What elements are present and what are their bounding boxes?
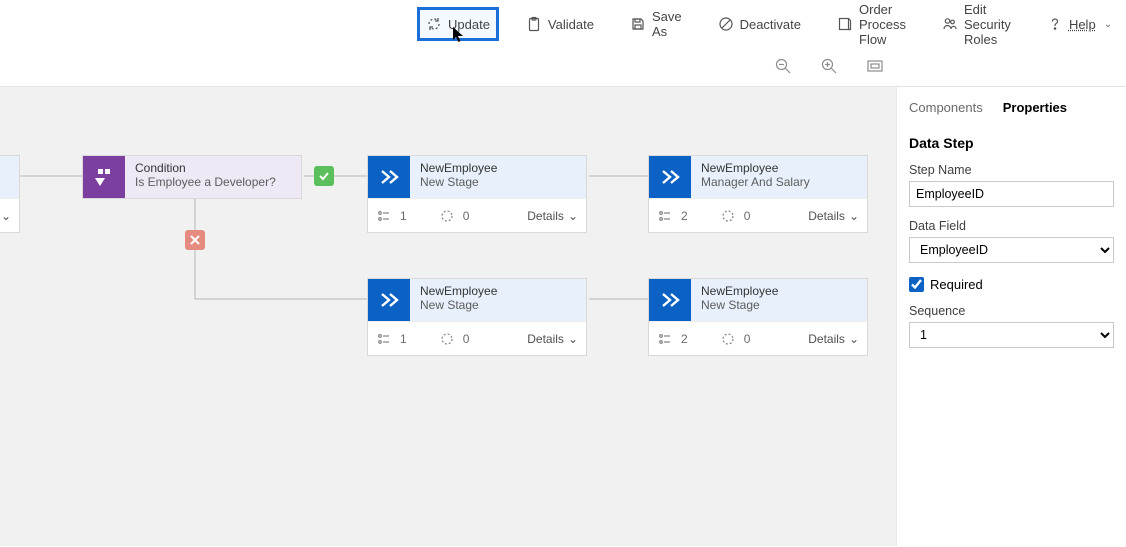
validate-label: Validate xyxy=(548,17,594,32)
card-subtitle: New Stage xyxy=(420,175,576,189)
sequence-select[interactable]: 1 xyxy=(909,322,1114,348)
chevron-down-icon: ⌄ xyxy=(849,332,859,346)
condition-true-icon xyxy=(314,166,334,186)
required-checkbox[interactable] xyxy=(909,277,924,292)
details-label: Details xyxy=(527,209,564,223)
designer-canvas[interactable]: ls ⌄ Condition Is Employee a Developer? … xyxy=(0,86,896,546)
zoom-bar xyxy=(774,57,884,80)
deactivate-label: Deactivate xyxy=(740,17,801,32)
roles-label: Edit Security Roles xyxy=(964,2,1011,47)
stage-card-newstage-2[interactable]: NewEmployee New Stage 1 0 Details ⌄ xyxy=(367,278,587,356)
progress-icon xyxy=(720,208,736,224)
condition-icon xyxy=(83,156,125,198)
stepname-input[interactable] xyxy=(909,181,1114,207)
chevron-down-icon: ⌄ xyxy=(568,209,578,223)
card-title: NewEmployee xyxy=(701,161,857,175)
card-title: NewEmployee xyxy=(701,284,857,298)
stage-card-truncated[interactable]: ls ⌄ xyxy=(0,155,20,233)
steps-count: 2 xyxy=(681,209,688,223)
steps-icon xyxy=(376,208,392,224)
stepname-label: Step Name xyxy=(909,163,1114,177)
chevron-down-icon: ⌄ xyxy=(1,209,11,223)
chevron-down-icon: ⌄ xyxy=(849,209,859,223)
saveas-label: Save As xyxy=(652,9,682,39)
save-icon xyxy=(630,16,646,32)
card-title: Condition xyxy=(135,161,291,175)
card-title: NewEmployee xyxy=(420,161,576,175)
validate-button[interactable]: Validate xyxy=(520,10,600,38)
update-icon xyxy=(426,16,442,32)
tab-properties[interactable]: Properties xyxy=(1003,100,1067,121)
help-button[interactable]: Help ⌄ xyxy=(1041,10,1118,38)
steps-icon xyxy=(376,331,392,347)
card-subtitle: New Stage xyxy=(701,298,857,312)
stage-icon xyxy=(649,279,691,321)
datafield-select[interactable]: EmployeeID xyxy=(909,237,1114,263)
progress-count: 0 xyxy=(463,332,470,346)
card-subtitle: Is Employee a Developer? xyxy=(135,175,291,189)
stage-card-newstage-3[interactable]: NewEmployee New Stage 2 0 Details ⌄ xyxy=(648,278,868,356)
fit-canvas-button[interactable] xyxy=(866,57,884,80)
properties-panel: Components Properties Data Step Step Nam… xyxy=(896,86,1126,546)
card-subtitle: New Stage xyxy=(420,298,576,312)
zoom-out-button[interactable] xyxy=(774,57,792,80)
steps-count: 2 xyxy=(681,332,688,346)
condition-false-icon xyxy=(185,230,205,250)
card-subtitle: Manager And Salary xyxy=(701,175,857,189)
clipboard-icon xyxy=(526,16,542,32)
details-button[interactable]: Details ⌄ xyxy=(527,209,578,223)
stage-icon xyxy=(649,156,691,198)
stage-card-manager-salary[interactable]: NewEmployee Manager And Salary 2 0 Detai… xyxy=(648,155,868,233)
panel-heading: Data Step xyxy=(909,135,1114,151)
condition-card[interactable]: Condition Is Employee a Developer? xyxy=(82,155,302,199)
help-label: Help xyxy=(1069,17,1096,32)
steps-icon xyxy=(657,331,673,347)
stage-icon xyxy=(368,279,410,321)
details-label: Details xyxy=(808,332,845,346)
details-label: Details xyxy=(808,209,845,223)
required-label: Required xyxy=(930,277,983,292)
order-icon xyxy=(837,16,853,32)
command-bar: Update Validate Save As Deactivate xyxy=(0,0,1126,48)
datafield-label: Data Field xyxy=(909,219,1114,233)
details-button[interactable]: Details ⌄ xyxy=(808,332,859,346)
progress-icon xyxy=(439,208,455,224)
progress-icon xyxy=(439,331,455,347)
card-title: NewEmployee xyxy=(420,284,576,298)
update-label: Update xyxy=(448,17,490,32)
order-button[interactable]: Order Process Flow xyxy=(831,10,912,38)
deactivate-icon xyxy=(718,16,734,32)
steps-count: 1 xyxy=(400,332,407,346)
stage-icon xyxy=(368,156,410,198)
details-label: Details xyxy=(527,332,564,346)
progress-count: 0 xyxy=(744,332,751,346)
steps-count: 1 xyxy=(400,209,407,223)
sequence-label: Sequence xyxy=(909,304,1114,318)
stage-card-newstage-1[interactable]: NewEmployee New Stage 1 0 Details ⌄ xyxy=(367,155,587,233)
saveas-button[interactable]: Save As xyxy=(624,10,688,38)
details-button[interactable]: Details ⌄ xyxy=(527,332,578,346)
zoom-in-button[interactable] xyxy=(820,57,838,80)
tab-components[interactable]: Components xyxy=(909,100,983,121)
progress-count: 0 xyxy=(463,209,470,223)
help-icon xyxy=(1047,16,1063,32)
progress-icon xyxy=(720,331,736,347)
roles-button[interactable]: Edit Security Roles xyxy=(936,10,1017,38)
update-button[interactable]: Update xyxy=(420,10,496,38)
details-button[interactable]: Details ⌄ xyxy=(808,209,859,223)
roles-icon xyxy=(942,16,958,32)
order-label: Order Process Flow xyxy=(859,2,906,47)
chevron-down-icon: ⌄ xyxy=(568,332,578,346)
chevron-down-icon: ⌄ xyxy=(1104,19,1112,30)
deactivate-button[interactable]: Deactivate xyxy=(712,10,807,38)
progress-count: 0 xyxy=(744,209,751,223)
steps-icon xyxy=(657,208,673,224)
